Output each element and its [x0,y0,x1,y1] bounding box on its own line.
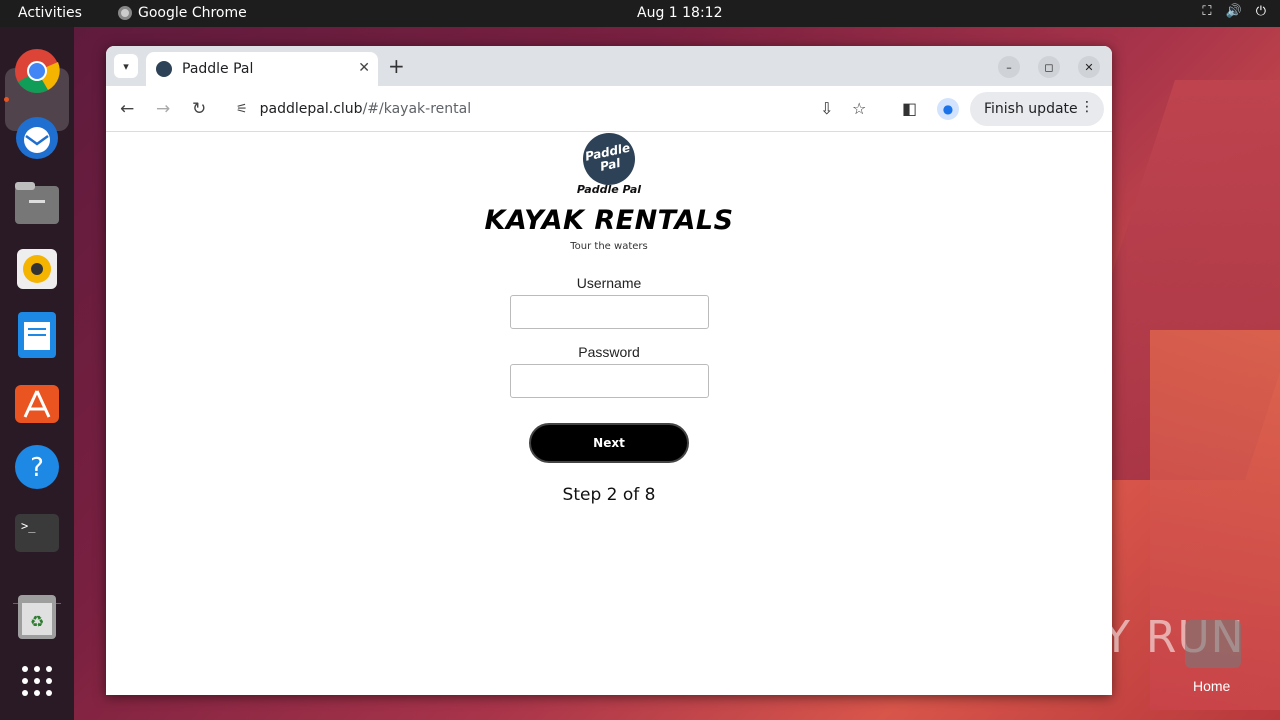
page-subtitle: Tour the waters [570,241,648,252]
reload-button[interactable]: ↻ [192,99,206,119]
system-tray[interactable]: ⛶ 🔊 ⏻ [1202,4,1266,19]
logo-text-line2: Pal [598,155,622,174]
close-window-button[interactable]: ✕ [1078,56,1100,78]
trash-icon: ♻ [18,595,56,639]
favicon-icon [156,61,172,77]
address-bar[interactable]: ⚟ paddlepal.club /#/kayak-rental [224,92,884,126]
person-icon: ● [942,102,954,116]
writer-icon [18,312,56,358]
username-input[interactable] [510,295,709,329]
clock[interactable]: Aug 1 18:12 [637,5,723,21]
site-info-icon[interactable]: ⚟ [236,102,248,117]
profile-avatar[interactable]: ● [937,98,959,120]
dock-writer[interactable] [13,311,61,359]
arrow-left-icon: ← [120,99,135,119]
thunderbird-icon [16,117,58,159]
forward-button[interactable]: → [156,99,170,119]
dock-terminal[interactable]: >_ [13,509,61,557]
page-title: KAYAK RENTALS [484,205,734,236]
volume-icon: 🔊 [1225,4,1242,19]
chrome-icon [15,49,60,93]
browser-toolbar: ← → ↻ ⚟ paddlepal.club /#/kayak-rental ⇩… [106,86,1112,132]
arrow-right-icon: → [156,99,171,119]
maximize-button[interactable]: ◻ [1038,56,1060,78]
svg-text:?: ? [30,453,44,483]
dock-help[interactable]: ? [13,443,61,491]
chevron-down-icon: ▾ [123,59,129,73]
tab-strip: ▾ Paddle Pal ✕ + – ◻ ✕ [106,46,1112,86]
system-top-bar: Activities Google Chrome Aug 1 18:12 ⛶ 🔊… [0,0,1280,27]
help-icon: ? [15,445,59,489]
reload-icon: ↻ [192,99,207,119]
app-menu[interactable]: Google Chrome [118,5,247,21]
app-name: Google Chrome [138,5,247,21]
password-label: Password [578,344,640,360]
network-icon: ⛶ [1202,4,1212,19]
new-tab-button[interactable]: + [388,54,405,78]
dock-rhythmbox[interactable] [13,245,61,293]
dock-show-apps[interactable] [13,657,61,705]
page-content: Paddle Pal Paddle Pal KAYAK RENTALS Tour… [106,128,1112,695]
rhythmbox-icon [17,249,57,289]
username-label: Username [576,275,642,291]
svg-text:♻: ♻ [30,612,44,631]
url-host: paddlepal.club [259,101,363,117]
home-label: Home [1193,678,1231,694]
terminal-icon: >_ [15,514,59,552]
more-vert-icon: ⋮ [1080,99,1094,115]
back-button[interactable]: ← [120,99,134,119]
power-icon: ⏻ [1255,4,1266,19]
minimize-icon: – [1006,60,1012,74]
finish-update-button[interactable]: Finish update ⋮ [970,92,1104,126]
tab-title: Paddle Pal [182,61,254,77]
password-input[interactable] [510,364,709,398]
url-path: /#/kayak-rental [362,101,472,117]
close-icon[interactable]: ✕ [358,60,370,76]
dock-trash[interactable]: ♻ [13,593,61,641]
tab-paddle-pal[interactable]: Paddle Pal ✕ [146,52,378,86]
chrome-icon [118,6,132,20]
home-folder-icon[interactable] [1185,620,1241,668]
logo: Paddle Pal Paddle Pal [576,128,642,196]
minimize-button[interactable]: – [998,56,1020,78]
close-icon: ✕ [1084,60,1094,74]
dock: ? >_ ♻ [0,27,74,720]
step-indicator: Step 2 of 8 [562,485,656,505]
dock-thunderbird[interactable] [13,113,61,161]
activities-button[interactable]: Activities [18,5,82,21]
install-app-icon[interactable]: ⇩ [820,99,833,118]
maximize-icon: ◻ [1044,60,1054,74]
tab-search-button[interactable]: ▾ [114,54,138,78]
running-indicator [4,97,9,102]
finish-update-label: Finish update [984,101,1078,117]
files-icon [15,182,59,224]
bookmark-star-icon[interactable]: ☆ [852,99,866,118]
app-grid-icon [22,666,52,696]
dock-app-center[interactable] [13,377,61,425]
browser-window: ▾ Paddle Pal ✕ + – ◻ ✕ ← → ↻ ⚟ paddlepal… [106,46,1112,695]
side-panel-icon[interactable]: ◧ [902,99,917,118]
dock-files[interactable] [13,179,61,227]
next-button[interactable]: Next [529,423,689,463]
logo-badge: Paddle Pal [578,128,640,190]
svg-text:>_: >_ [21,519,36,533]
app-center-icon [15,385,59,423]
dock-chrome[interactable] [13,47,61,95]
